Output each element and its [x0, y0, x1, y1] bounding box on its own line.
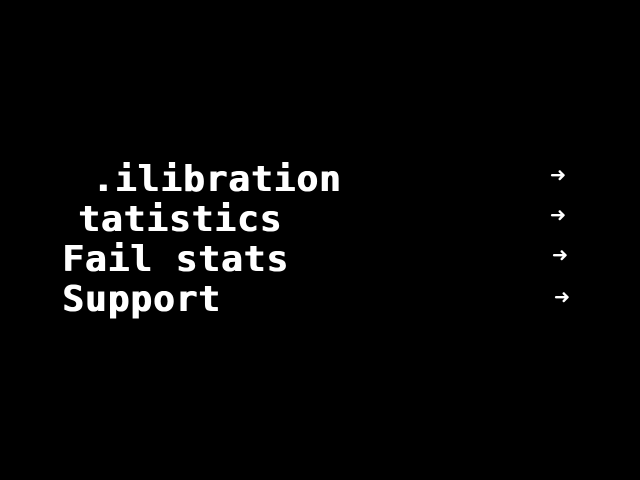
menu-item-label: tatistics	[78, 199, 283, 240]
menu-screen: .ilibration ➜ tatistics ➜ Fail stats ➜ S…	[0, 0, 640, 480]
arrow-right-icon: ➜	[550, 161, 566, 191]
menu-item-label: .ilibration	[92, 159, 342, 200]
menu-item-label: Support	[62, 279, 221, 320]
main-menu: .ilibration ➜ tatistics ➜ Fail stats ➜ S…	[0, 160, 640, 320]
arrow-right-icon: ➜	[550, 201, 566, 231]
arrow-right-icon: ➜	[552, 241, 568, 271]
menu-item-fail-stats[interactable]: Fail stats ➜	[0, 240, 640, 280]
menu-item-support[interactable]: Support ➜	[0, 280, 640, 320]
menu-item-calibration[interactable]: .ilibration ➜	[0, 160, 640, 200]
arrow-right-icon: ➜	[554, 283, 570, 313]
menu-item-label: Fail stats	[62, 239, 289, 280]
menu-item-statistics[interactable]: tatistics ➜	[0, 200, 640, 240]
